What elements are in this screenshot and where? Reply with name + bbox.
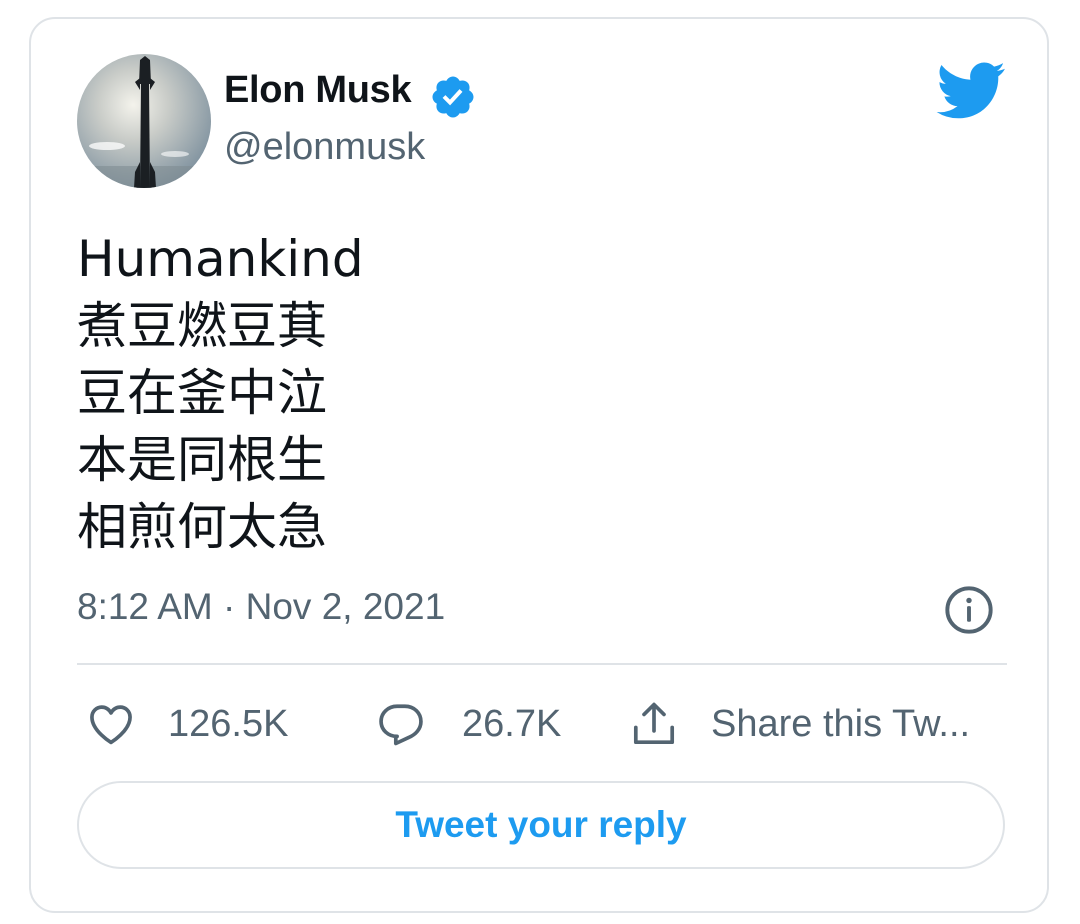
divider xyxy=(77,663,1007,665)
tweet-line: 豆在釜中泣 xyxy=(77,364,327,422)
share-label: Share this Tw... xyxy=(711,702,971,745)
like-button[interactable]: 126.5K xyxy=(85,699,288,749)
reply-count: 26.7K xyxy=(462,702,562,745)
twitter-bird-icon[interactable] xyxy=(936,61,1006,121)
like-count: 126.5K xyxy=(168,702,289,745)
share-button[interactable]: Share this Tw... xyxy=(628,699,970,749)
reply-bubble-icon xyxy=(379,704,423,746)
author-name[interactable]: Elon Musk xyxy=(224,69,412,112)
tweet-your-reply-button[interactable]: Tweet your reply xyxy=(77,781,1005,869)
share-upload-icon xyxy=(633,702,675,745)
heart-icon xyxy=(90,705,132,745)
starship-rocket-avatar-icon xyxy=(77,54,211,188)
tweet-line: 本是同根生 xyxy=(77,431,327,489)
tweet-line: 相煎何太急 xyxy=(77,498,327,556)
tweet-line: 煮豆燃豆萁 xyxy=(77,297,327,355)
reply-count-button[interactable]: 26.7K xyxy=(375,699,561,749)
tweet-card: Elon Musk @elonmusk Humankind 煮豆燃豆萁 豆在釜中… xyxy=(29,17,1049,913)
tweet-text: Humankind 煮豆燃豆萁 豆在釜中泣 本是同根生 相煎何太急 xyxy=(77,226,364,561)
verified-badge-icon xyxy=(432,76,474,118)
info-icon[interactable] xyxy=(943,584,995,636)
tweet-timestamp[interactable]: 8:12 AM · Nov 2, 2021 xyxy=(77,586,445,628)
tweet-line: Humankind xyxy=(77,230,364,288)
avatar[interactable] xyxy=(77,54,211,188)
author-handle[interactable]: @elonmusk xyxy=(224,126,425,169)
